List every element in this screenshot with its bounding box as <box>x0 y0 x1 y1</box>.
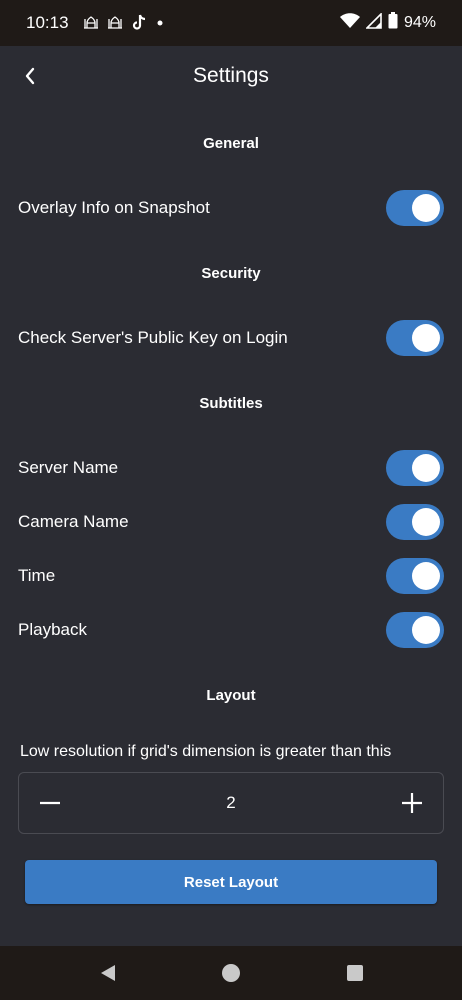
setting-row-playback: Playback <box>18 610 444 650</box>
setting-row-check-public-key: Check Server's Public Key on Login <box>18 318 444 358</box>
status-left: 10:13 <box>26 13 165 33</box>
toggle-knob <box>412 194 440 222</box>
battery-icon <box>388 12 398 34</box>
grid-dimension-stepper: 2 <box>18 772 444 834</box>
setting-row-time: Time <box>18 556 444 596</box>
toggle-knob <box>412 508 440 536</box>
nav-recents-icon[interactable] <box>345 963 365 983</box>
setting-label: Overlay Info on Snapshot <box>18 198 210 217</box>
section-header-security: Security <box>201 265 261 282</box>
setting-label: Check Server's Public Key on Login <box>18 328 288 347</box>
server-name-toggle[interactable] <box>386 450 444 486</box>
layout-description: Low resolution if grid's dimension is gr… <box>20 743 392 760</box>
setting-label: Time <box>18 566 56 585</box>
section-header-layout: Layout <box>206 687 256 704</box>
overlay-info-toggle[interactable] <box>386 190 444 226</box>
toggle-knob <box>412 616 440 644</box>
toggle-knob <box>412 324 440 352</box>
setting-row-camera-name: Camera Name <box>18 502 444 542</box>
tiktok-icon <box>131 14 147 33</box>
status-bar: 10:13 94% <box>0 0 462 46</box>
increment-button[interactable] <box>381 773 443 833</box>
time-toggle[interactable] <box>386 558 444 594</box>
toggle-knob <box>412 562 440 590</box>
plus-icon <box>402 793 422 813</box>
check-public-key-toggle[interactable] <box>386 320 444 356</box>
setting-row-server-name: Server Name <box>18 448 444 488</box>
mosque-icon <box>107 15 123 31</box>
status-time: 10:13 <box>26 13 69 32</box>
minus-icon <box>40 801 60 805</box>
settings-screen: Settings General Overlay Info on Snapsho… <box>0 46 462 946</box>
section-header-general: General <box>203 135 259 152</box>
wifi-icon <box>339 12 360 34</box>
status-right: 94% <box>339 11 436 34</box>
setting-label: Playback <box>18 620 87 639</box>
reset-layout-button[interactable]: Reset Layout <box>25 860 437 904</box>
decrement-button[interactable] <box>19 773 81 833</box>
dot-icon <box>155 17 165 30</box>
battery-percentage: 94% <box>403 14 436 31</box>
mosque-icon <box>83 15 99 31</box>
stepper-value: 2 <box>226 793 236 812</box>
setting-label: Camera Name <box>18 512 129 531</box>
system-navigation-bar <box>0 946 462 1000</box>
setting-label: Server Name <box>18 458 119 477</box>
signal-icon <box>365 11 382 34</box>
playback-toggle[interactable] <box>386 612 444 648</box>
nav-back-icon[interactable] <box>98 963 118 983</box>
toggle-knob <box>412 454 440 482</box>
camera-name-toggle[interactable] <box>386 504 444 540</box>
page-title: Settings <box>193 64 269 87</box>
nav-home-icon[interactable] <box>221 963 241 983</box>
top-app-bar: Settings <box>0 46 462 108</box>
section-header-subtitles: Subtitles <box>199 395 263 412</box>
setting-row-overlay-info: Overlay Info on Snapshot <box>18 188 444 228</box>
